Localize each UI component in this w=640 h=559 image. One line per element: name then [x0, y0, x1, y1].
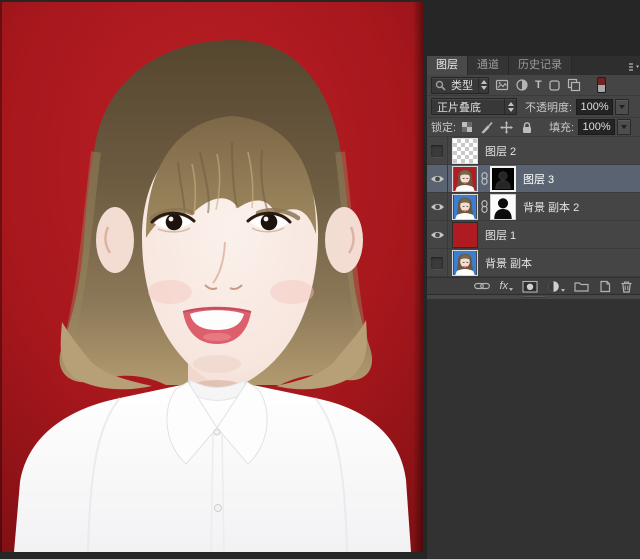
- fill-label: 填充:: [549, 119, 574, 135]
- layer-name: 图层 3: [523, 171, 554, 187]
- fill-value[interactable]: 100%: [578, 119, 615, 135]
- visibility-toggle[interactable]: [427, 249, 448, 276]
- layer-thumbnail-red-photo[interactable]: [452, 166, 478, 192]
- opacity-dropdown-button[interactable]: [615, 99, 629, 115]
- lock-row: 锁定:: [427, 118, 640, 137]
- lock-label: 锁定:: [431, 119, 456, 135]
- layer-style-icon[interactable]: fx: [499, 281, 513, 292]
- tab-history[interactable]: 历史记录: [509, 56, 572, 75]
- layer-row-tuceng1[interactable]: 图层 1: [427, 221, 640, 249]
- layers-panel-footer: fx: [427, 277, 640, 294]
- lock-pixels-icon[interactable]: [480, 121, 493, 134]
- new-layer-icon[interactable]: [598, 280, 611, 293]
- layer-filter-toggle[interactable]: [597, 77, 606, 93]
- eye-icon: [430, 230, 445, 240]
- visibility-toggle[interactable]: [427, 165, 448, 192]
- photo-canvas[interactable]: [0, 2, 423, 552]
- tab-channels[interactable]: 通道: [468, 56, 509, 75]
- layer-thumbnail-blue-photo[interactable]: [452, 250, 478, 276]
- layer-row-tuceng3[interactable]: 图层 3: [427, 165, 640, 193]
- layer-mask-thumbnail-white[interactable]: [490, 194, 516, 220]
- visibility-toggle[interactable]: [427, 193, 448, 220]
- type-filter-icon[interactable]: T: [535, 80, 542, 91]
- eye-icon: [430, 174, 445, 184]
- shape-filter-icon[interactable]: [548, 79, 561, 92]
- layer-mask-thumbnail-selected[interactable]: [490, 166, 516, 192]
- layer-filter-row: 类型: [427, 75, 640, 96]
- layer-thumbnail-blue-photo[interactable]: [452, 194, 478, 220]
- portrait-photo: [0, 2, 423, 552]
- tab-layers[interactable]: 图层: [427, 56, 468, 75]
- add-mask-icon[interactable]: [522, 280, 538, 293]
- new-group-icon[interactable]: [574, 280, 589, 292]
- layer-thumbnail-solid-red[interactable]: [452, 222, 478, 248]
- adjustment-layer-icon[interactable]: [547, 280, 565, 293]
- panel-resize-handle[interactable]: [427, 294, 640, 299]
- fill-dropdown-button[interactable]: [617, 119, 631, 135]
- blend-mode-value: 正片叠底: [432, 99, 486, 115]
- layer-name: 图层 2: [485, 143, 516, 159]
- mask-link-icon[interactable]: [478, 200, 490, 213]
- lock-transparency-icon[interactable]: [461, 121, 473, 133]
- photoshop-window: 图层 通道 历史记录: [0, 0, 640, 559]
- adjustment-filter-icon[interactable]: [515, 78, 529, 92]
- layer-row-tuceng2[interactable]: 图层 2: [427, 137, 640, 165]
- eye-icon: [430, 202, 445, 212]
- hidden-eye-well: [431, 257, 443, 269]
- opacity-value[interactable]: 100%: [576, 99, 613, 115]
- visibility-toggle[interactable]: [427, 137, 448, 164]
- link-layers-icon[interactable]: [474, 280, 490, 292]
- layer-name: 背景 副本: [485, 255, 532, 271]
- hidden-eye-well: [431, 145, 443, 157]
- layer-row-beijing-fuben[interactable]: 背景 副本: [427, 249, 640, 277]
- smart-object-filter-icon[interactable]: [567, 78, 581, 92]
- lock-all-icon[interactable]: [520, 121, 533, 134]
- layer-name: 图层 1: [485, 227, 516, 243]
- layer-thumbnail-transparent[interactable]: [452, 138, 478, 164]
- layers-panel: 图层 通道 历史记录: [427, 56, 640, 299]
- layer-name: 背景 副本 2: [523, 199, 579, 215]
- mask-link-icon[interactable]: [478, 172, 490, 185]
- pixel-filter-icon[interactable]: [495, 78, 509, 92]
- panel-menu-icon[interactable]: [629, 60, 640, 71]
- filter-kind-dropdown[interactable]: 类型: [431, 77, 489, 94]
- layers-list: 图层 2: [427, 137, 640, 277]
- fx-label: fx: [499, 281, 508, 292]
- lock-position-icon[interactable]: [500, 121, 513, 134]
- dropdown-stepper-icon: [504, 99, 516, 114]
- filter-kind-label: 类型: [446, 77, 478, 93]
- visibility-toggle[interactable]: [427, 221, 448, 248]
- search-icon: [435, 80, 446, 91]
- blend-mode-dropdown[interactable]: 正片叠底: [431, 98, 517, 115]
- delete-layer-icon[interactable]: [620, 280, 633, 293]
- dropdown-stepper-icon: [478, 78, 488, 93]
- opacity-label: 不透明度:: [525, 99, 572, 115]
- layer-row-beijing-fuben2[interactable]: 背景 副本 2: [427, 193, 640, 221]
- blend-mode-row: 正片叠底 不透明度: 100%: [427, 96, 640, 118]
- panel-empty-area: [427, 299, 640, 559]
- right-panel-area: 图层 通道 历史记录: [423, 0, 640, 559]
- panel-tab-bar: 图层 通道 历史记录: [427, 56, 640, 75]
